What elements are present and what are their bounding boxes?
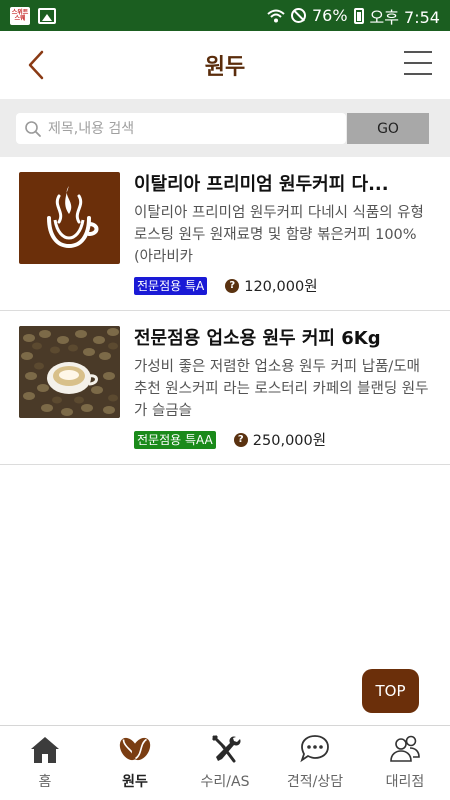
scroll-top-button[interactable]: TOP xyxy=(362,669,419,713)
app-header: 원두 xyxy=(0,31,450,99)
coffee-beans-photo-icon xyxy=(19,326,120,418)
search-bar: GO xyxy=(0,99,450,157)
battery-percent: 76% xyxy=(311,6,348,25)
search-input[interactable] xyxy=(48,120,338,137)
battery-icon xyxy=(353,7,364,24)
product-price: 120,000원 xyxy=(244,279,318,295)
price-group: ? 250,000원 xyxy=(233,429,327,450)
clock: 오후 7:54 xyxy=(369,7,440,27)
nav-label: 대리점 xyxy=(385,774,425,790)
nav-label: 견적/상담 xyxy=(286,774,344,790)
page: 스위트 스웨 76% 오후 7:54 원두 제목,내용 검색 GO 이탈리아 프… xyxy=(0,0,450,800)
bottom-nav: 홈 원두 수리/AS 견적/상담 대리점 xyxy=(0,725,450,800)
price-group: ? 120,000원 xyxy=(225,275,318,296)
grade-badge: 전문점용 특AA xyxy=(134,430,216,449)
nav-item-beans[interactable]: 원두 xyxy=(90,726,180,800)
product-title: 이탈리아 프리미엄 원두커피 다... xyxy=(134,174,389,195)
tools-icon xyxy=(212,735,241,763)
wifi-icon xyxy=(267,9,285,22)
product-thumbnail xyxy=(19,172,120,264)
coffee-bean-icon xyxy=(119,737,151,761)
nav-item-consult[interactable]: 견적/상담 xyxy=(270,726,360,800)
price-icon: ? xyxy=(225,278,240,293)
nav-item-dealers[interactable]: 대리점 xyxy=(360,726,450,800)
nav-item-home[interactable]: 홈 xyxy=(0,726,90,800)
product-price: 250,000원 xyxy=(252,433,327,449)
do-not-disturb-icon xyxy=(290,8,306,23)
coffee-cup-logo-icon xyxy=(47,186,99,249)
search-field[interactable] xyxy=(16,113,346,144)
go-button[interactable]: GO xyxy=(347,113,429,144)
product-description: 가성비 좋은 저렴한 업소용 원두 커피 납품/도매 추천 원스커피 라는 로스… xyxy=(134,359,429,419)
page-title: 원두 xyxy=(204,55,246,80)
nav-item-repair[interactable]: 수리/AS xyxy=(180,726,270,800)
menu-button[interactable] xyxy=(404,51,432,75)
menu-line xyxy=(404,73,432,75)
product-meta: 전문점용 특A ? 120,000원 xyxy=(134,275,318,296)
nav-label: 수리/AS xyxy=(200,774,250,790)
search-icon xyxy=(25,120,41,137)
home-icon xyxy=(31,737,59,763)
product-item[interactable]: 이탈리아 프리미엄 원두커피 다... 이탈리아 프리미엄 원두커피 다네시 식… xyxy=(0,157,450,311)
product-list: 이탈리아 프리미엄 원두커피 다... 이탈리아 프리미엄 원두커피 다네시 식… xyxy=(0,157,450,465)
menu-line xyxy=(404,51,432,53)
product-meta: 전문점용 특AA ? 250,000원 xyxy=(134,429,326,450)
menu-line xyxy=(404,62,432,64)
product-title: 전문점용 업소용 원두 커피 6Kg xyxy=(134,328,381,349)
product-thumbnail xyxy=(19,326,120,418)
gallery-notification-icon xyxy=(38,7,56,24)
back-button[interactable] xyxy=(22,49,52,81)
price-icon: ? xyxy=(233,432,248,447)
status-bar: 스위트 스웨 76% 오후 7:54 xyxy=(0,0,450,31)
product-description: 이탈리아 프리미엄 원두커피 다네시 식품의 유형 로스팅 원두 원재료명 및 … xyxy=(134,205,424,265)
app-notification-icon: 스위트 스웨 xyxy=(10,6,30,25)
nav-label: 홈 xyxy=(38,774,52,790)
chat-icon xyxy=(300,735,329,763)
grade-badge: 전문점용 특A xyxy=(134,276,208,295)
product-item[interactable]: 전문점용 업소용 원두 커피 6Kg 가성비 좋은 저렴한 업소용 원두 커피 … xyxy=(0,311,450,465)
nav-label: 원두 xyxy=(122,774,148,790)
people-icon xyxy=(390,735,420,762)
